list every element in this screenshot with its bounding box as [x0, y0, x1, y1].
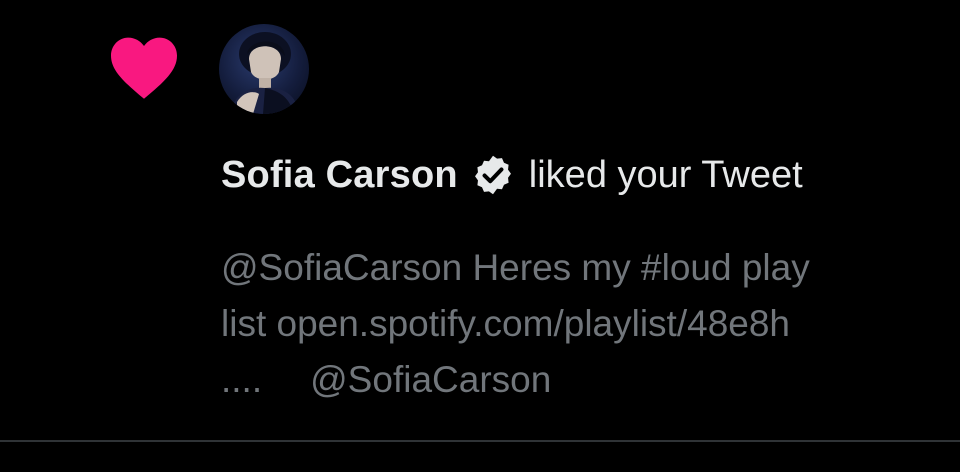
- mention-link[interactable]: @SofiaCarson: [310, 352, 551, 408]
- tweet-text-line: .... @SofiaCarson: [221, 352, 941, 408]
- action-text: liked your Tweet: [528, 153, 803, 196]
- notification-headline: Sofia Carson liked your Tweet: [221, 150, 803, 200]
- heart-icon: [111, 37, 177, 99]
- like-notification[interactable]: Sofia Carson liked your Tweet @SofiaCars…: [0, 0, 960, 472]
- verified-badge-icon: [474, 155, 511, 195]
- user-name[interactable]: Sofia Carson: [221, 154, 458, 197]
- truncation-ellipsis: ....: [221, 359, 263, 400]
- tweet-text-line: list open.spotify.com/playlist/48e8h: [221, 303, 791, 344]
- tweet-preview[interactable]: @SofiaCarson Heres my #loud play list op…: [221, 240, 941, 408]
- avatar[interactable]: [219, 24, 309, 114]
- divider: [0, 440, 960, 442]
- tweet-text-line: @SofiaCarson Heres my #loud play: [221, 247, 810, 288]
